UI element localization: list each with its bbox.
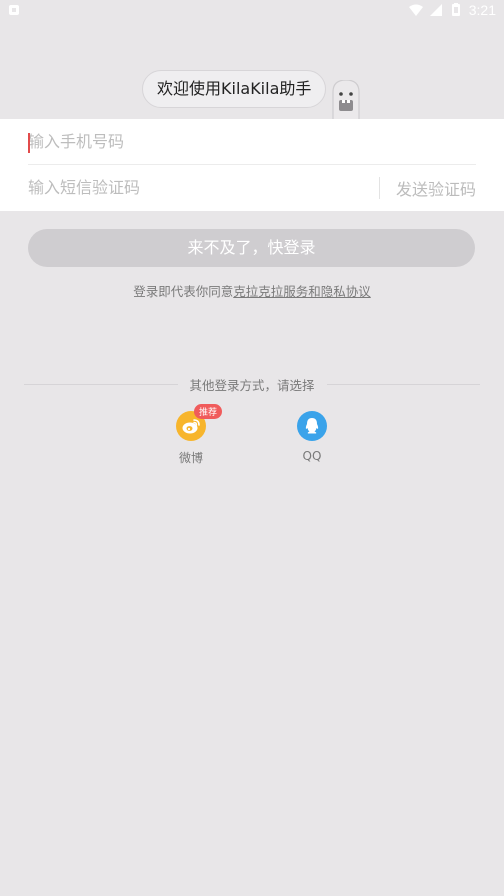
- recommend-badge: 推荐: [194, 404, 223, 419]
- agreement-text: 登录即代表你同意克拉克拉服务和隐私协议: [0, 281, 504, 300]
- notification-icon: [9, 5, 19, 15]
- battery-icon: [451, 3, 460, 16]
- sms-code-input[interactable]: [28, 178, 379, 197]
- qq-icon: [297, 411, 327, 441]
- divider-right: [326, 383, 481, 385]
- status-bar: 3:21: [0, 0, 504, 22]
- sms-row: 发送验证码: [28, 165, 476, 210]
- text-cursor: [28, 133, 30, 153]
- qq-login-button[interactable]: QQ: [282, 411, 342, 463]
- mascot-icon: [332, 80, 360, 120]
- weibo-login-button[interactable]: 推荐 微博: [161, 404, 223, 466]
- status-time: 3:21: [468, 2, 496, 18]
- phone-row: [28, 119, 476, 165]
- wifi-icon: [408, 4, 423, 16]
- login-form: 发送验证码: [0, 119, 504, 211]
- weibo-label: 微博: [178, 451, 203, 465]
- welcome-text: 欢迎使用KilaKila助手: [142, 70, 327, 108]
- agreement-link[interactable]: 克拉克拉服务和隐私协议: [233, 284, 371, 299]
- phone-input[interactable]: [28, 132, 476, 151]
- signal-icon: [429, 4, 442, 16]
- divider: [378, 176, 380, 199]
- welcome-banner: 欢迎使用KilaKila助手: [142, 70, 327, 108]
- login-button[interactable]: 来不及了，快登录: [28, 229, 475, 267]
- agreement-prefix: 登录即代表你同意: [133, 284, 234, 299]
- divider-left: [24, 383, 178, 385]
- other-login-divider: 其他登录方式，请选择: [24, 374, 481, 394]
- send-code-button[interactable]: 发送验证码: [396, 176, 476, 200]
- qq-label: QQ: [302, 449, 322, 463]
- other-login-title: 其他登录方式，请选择: [189, 377, 315, 393]
